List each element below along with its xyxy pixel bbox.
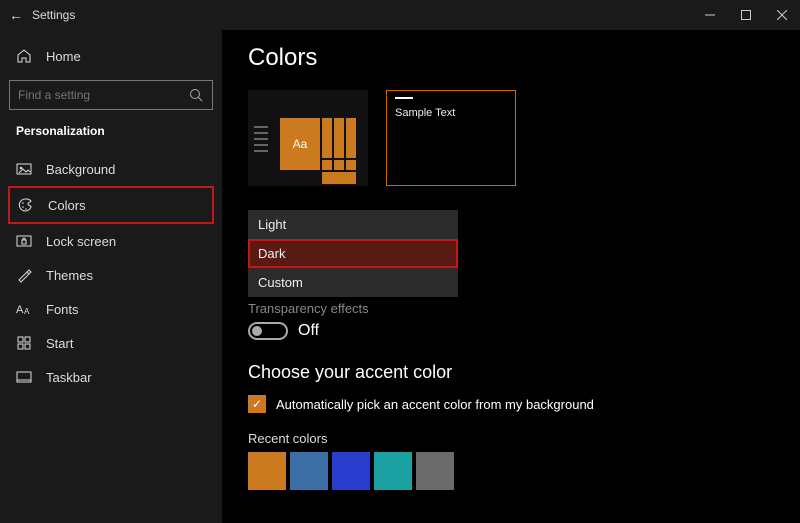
sidebar-item-fonts[interactable]: AA Fonts	[8, 292, 214, 326]
mode-option-light[interactable]: Light	[248, 210, 458, 239]
title-bar: ← Settings	[0, 0, 800, 30]
close-button[interactable]	[764, 10, 800, 20]
themes-icon	[16, 267, 32, 283]
color-mode-dropdown[interactable]: Light Dark Custom	[248, 210, 458, 297]
back-button[interactable]: ←	[0, 7, 32, 23]
sidebar-item-label: Themes	[46, 268, 93, 283]
color-swatch[interactable]	[416, 452, 454, 490]
svg-text:A: A	[24, 307, 30, 316]
preview-window: Sample Text	[386, 90, 516, 186]
sidebar-item-themes[interactable]: Themes	[8, 258, 214, 292]
sidebar-item-label: Start	[46, 336, 73, 351]
palette-icon	[18, 197, 34, 213]
sidebar-item-background[interactable]: Background	[8, 152, 214, 186]
auto-pick-checkbox[interactable]: ✓	[248, 395, 266, 413]
accent-heading: Choose your accent color	[248, 362, 774, 383]
auto-pick-label: Automatically pick an accent color from …	[276, 397, 594, 412]
search-icon	[188, 87, 204, 103]
recent-colors-label: Recent colors	[248, 431, 774, 446]
taskbar-icon	[16, 369, 32, 385]
maximize-button[interactable]	[728, 10, 764, 20]
sidebar-item-label: Taskbar	[46, 370, 92, 385]
picture-icon	[16, 161, 32, 177]
sidebar-item-lock-screen[interactable]: Lock screen	[8, 224, 214, 258]
color-swatch[interactable]	[374, 452, 412, 490]
sidebar-item-label: Colors	[48, 198, 86, 213]
color-swatch[interactable]	[332, 452, 370, 490]
preview-sample-text: Sample Text	[395, 107, 455, 119]
sidebar-item-taskbar[interactable]: Taskbar	[8, 360, 214, 394]
home-icon	[16, 48, 32, 64]
transparency-label: Transparency effects	[248, 301, 774, 316]
sidebar-item-label: Fonts	[46, 302, 79, 317]
color-swatch[interactable]	[248, 452, 286, 490]
mode-option-dark[interactable]: Dark	[248, 239, 458, 268]
home-button[interactable]: Home	[8, 42, 214, 70]
sidebar-item-start[interactable]: Start	[8, 326, 214, 360]
minimize-button[interactable]	[692, 10, 728, 20]
transparency-state: Off	[298, 322, 319, 340]
search-input[interactable]	[18, 88, 188, 102]
preview-start-menu: Aa	[248, 90, 368, 186]
fonts-icon: AA	[16, 301, 32, 317]
content-area: Colors Aa Sample Text Light Dark Custom	[222, 30, 800, 523]
lock-screen-icon	[16, 233, 32, 249]
sidebar-item-label: Background	[46, 162, 115, 177]
color-swatch[interactable]	[290, 452, 328, 490]
recent-colors	[248, 452, 774, 490]
sidebar-item-label: Lock screen	[46, 234, 116, 249]
page-title: Colors	[248, 44, 774, 72]
category-heading: Personalization	[8, 124, 214, 152]
svg-text:A: A	[16, 304, 24, 316]
search-box[interactable]	[9, 80, 213, 110]
window-title: Settings	[32, 8, 75, 22]
sidebar-item-colors[interactable]: Colors	[8, 186, 214, 224]
transparency-toggle[interactable]	[248, 322, 288, 340]
start-icon	[16, 335, 32, 351]
preview-tile-big: Aa	[280, 118, 320, 170]
color-preview: Aa Sample Text	[248, 90, 774, 186]
home-label: Home	[46, 49, 81, 64]
mode-option-custom[interactable]: Custom	[248, 268, 458, 297]
sidebar: Home Personalization Background Colors L…	[0, 30, 222, 523]
